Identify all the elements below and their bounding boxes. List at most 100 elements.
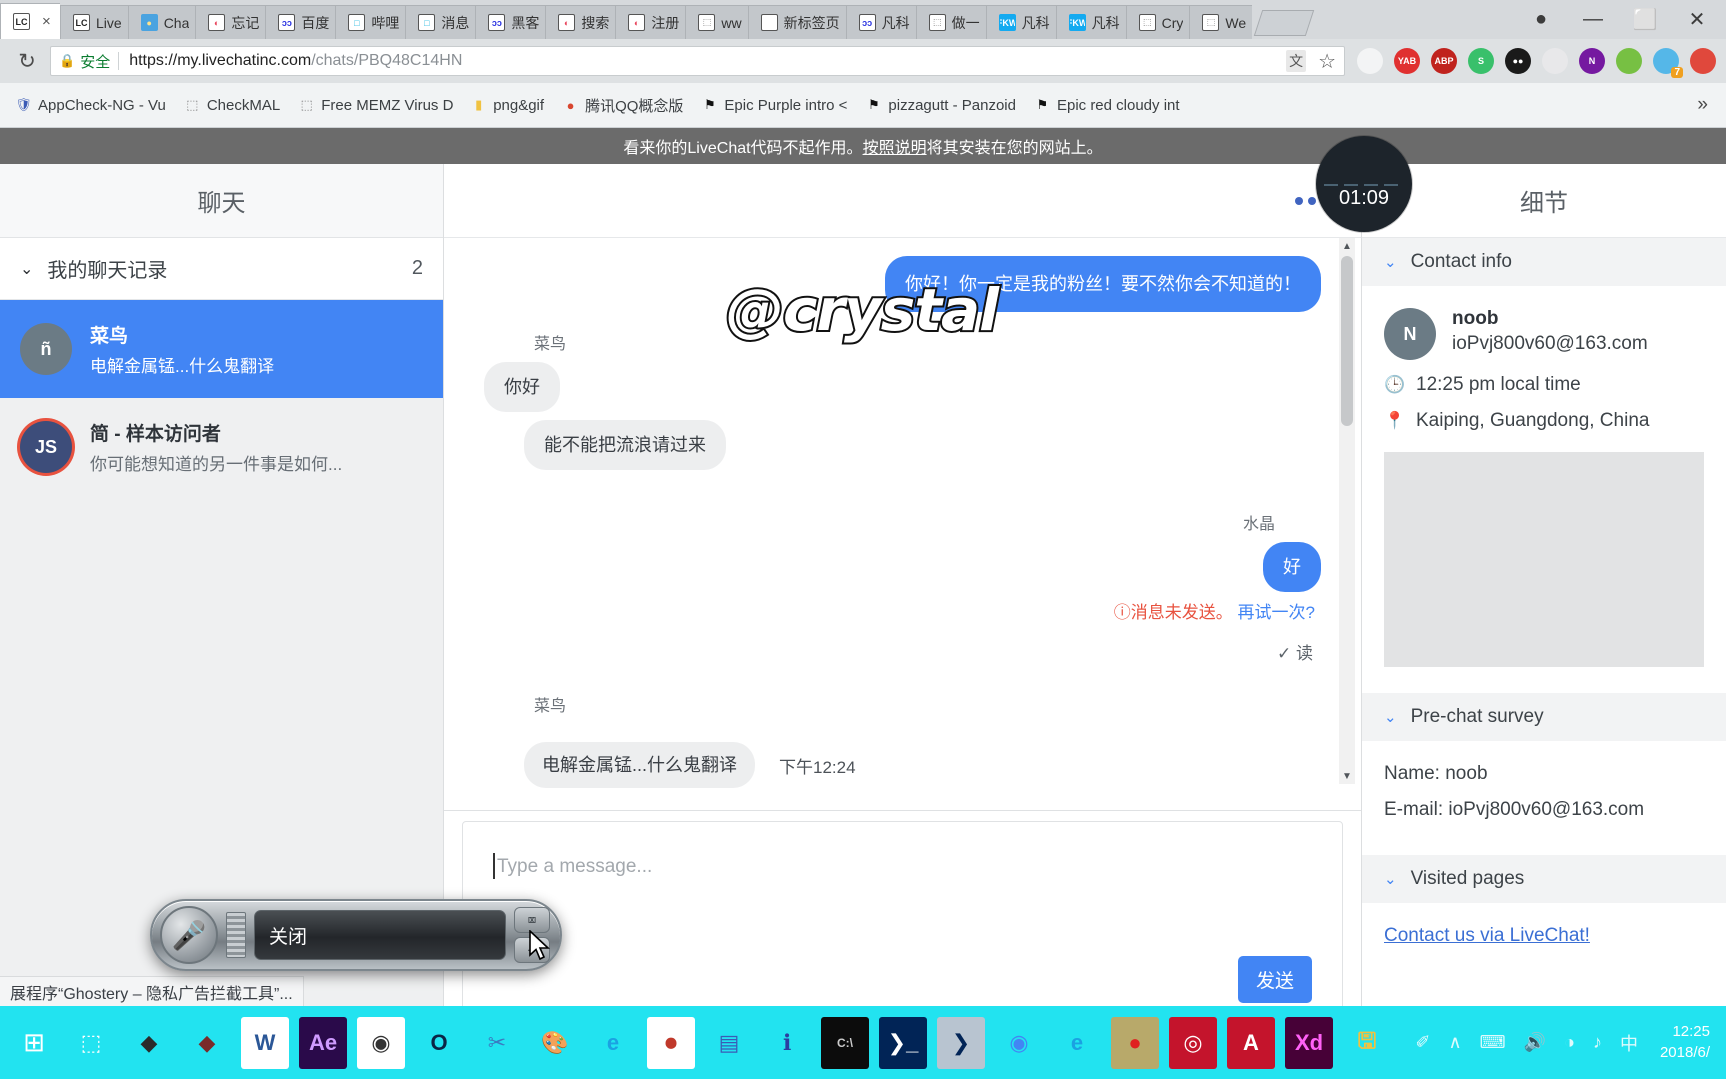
browser-tab[interactable]: ◐ 忘记 (195, 5, 266, 39)
scroll-up-icon[interactable]: ▲ (1339, 238, 1355, 254)
powershell-ise-icon[interactable]: ❯ (937, 1016, 985, 1069)
minimize-button[interactable]: — (1578, 8, 1608, 31)
tray-icon[interactable]: ♪ (1593, 1032, 1602, 1053)
info-icon[interactable]: ℹ (763, 1017, 811, 1069)
snip-tool-icon[interactable]: ✂ (473, 1017, 521, 1069)
tray-icon[interactable]: ⌨ (1480, 1032, 1506, 1053)
paint-icon[interactable]: 🎨 (531, 1017, 579, 1069)
bookmark-item[interactable]: ⚑ pizzagutt - Panzoid (858, 94, 1023, 117)
retry-send-link[interactable]: 再试一次? (1238, 603, 1315, 622)
browser-tab[interactable]: LC Live (60, 5, 128, 39)
visited-pages-section-header[interactable]: ⌄ Visited pages (1362, 855, 1726, 903)
word-icon[interactable]: W (241, 1016, 289, 1069)
microphone-icon[interactable]: 🎤 (160, 906, 218, 964)
save-folder-icon[interactable]: 🖫 (1343, 1017, 1391, 1069)
momentum-extension-icon[interactable]: ●● (1505, 48, 1531, 74)
bookmark-item[interactable]: ⚑ Epic Purple intro < (694, 94, 854, 117)
bookmark-item[interactable]: ▮ png&gif (463, 94, 551, 117)
reload-icon[interactable]: ↻ (10, 44, 44, 78)
browser-tab[interactable]: ⬚ We (1189, 5, 1253, 39)
speech-recognition-toolbar[interactable]: 🎤 关闭 ⌧ − (150, 899, 562, 971)
chat-list-item[interactable]: JS 简 - 样本访问者 你可能想知道的另一件事是如何... (0, 398, 443, 496)
start-button[interactable]: ⊞ (6, 1015, 62, 1071)
browser-tab[interactable]: ⬚ ww (685, 5, 748, 39)
location-map[interactable] (1384, 452, 1704, 667)
browser-tab[interactable]: ⬚ Cry (1125, 5, 1190, 39)
tray-icon[interactable]: 🔊 (1524, 1032, 1546, 1053)
browser-tab[interactable]: □ 消息 (405, 5, 476, 39)
speech-minimize-button[interactable]: − (514, 937, 550, 963)
tray-icon[interactable]: ∧ (1448, 1032, 1461, 1053)
bookmark-item[interactable]: ⬚ CheckMAL (177, 94, 287, 117)
bookmark-item[interactable]: ● 腾讯QQ概念版 (555, 92, 690, 119)
browser-tab[interactable]: ● Cha (127, 5, 196, 39)
tray-icon[interactable]: ✐ (1415, 1032, 1430, 1053)
edge-icon[interactable]: e (1053, 1017, 1101, 1069)
scanner-icon[interactable]: ▤ (705, 1017, 753, 1069)
chrome-icon[interactable]: ◉ (995, 1017, 1043, 1069)
recorder-icon[interactable]: ⏺ (647, 1016, 695, 1069)
opera-icon[interactable]: O (415, 1017, 463, 1069)
messages-scrollbar[interactable]: ▲ ▼ (1339, 238, 1355, 784)
browser-tab[interactable]: □ 哔哩 (335, 5, 406, 39)
browser-tab[interactable]: ɔɔ 凡科 (845, 5, 916, 39)
translate-icon[interactable]: 文 (1286, 50, 1307, 72)
taskbar-clock[interactable]: 12:25 2018/6/ (1656, 1022, 1710, 1063)
my-chats-section-header[interactable]: ⌄ 我的聊天记录 2 (0, 238, 443, 300)
ghostery-badge-extension-icon[interactable]: 7 (1653, 48, 1683, 78)
speech-close-button[interactable]: ⌧ (514, 907, 550, 933)
red-folder-icon[interactable]: ◆ (183, 1017, 231, 1069)
chat-list-item[interactable]: ñ 菜鸟 电解金属锰...什么鬼翻译 (0, 300, 443, 398)
internet-explorer-icon[interactable]: e (589, 1017, 637, 1069)
profile-icon[interactable]: ● (1526, 8, 1556, 31)
bookmark-star-icon[interactable]: ☆ (1318, 49, 1336, 74)
banner-install-link[interactable]: 按照说明 (863, 134, 927, 158)
new-tab-button[interactable] (1253, 10, 1315, 36)
adobe-icon[interactable]: A (1227, 1016, 1275, 1069)
close-window-button[interactable]: ✕ (1682, 7, 1712, 32)
pre-chat-survey-section-header[interactable]: ⌄ Pre-chat survey (1362, 693, 1726, 741)
contact-info-section-header[interactable]: ⌄ Contact info (1362, 238, 1726, 286)
camera-icon[interactable]: ◉ (357, 1016, 405, 1069)
bookmarks-overflow-button[interactable]: » (1697, 94, 1718, 116)
browser-tab[interactable]: FKW 凡科 (1055, 5, 1126, 39)
browser-tab[interactable]: ◐ 搜索 (545, 5, 616, 39)
wechat-extension-icon[interactable] (1616, 48, 1642, 74)
s-extension-icon[interactable]: S (1468, 48, 1494, 74)
colorpick-extension-icon[interactable] (1690, 48, 1716, 74)
media-player-icon[interactable]: ● (1111, 1016, 1159, 1069)
dark-diamond-icon[interactable]: ◆ (125, 1017, 173, 1069)
pre-chat-survey-body: Name: noob E-mail: ioPvj800v60@163.com (1362, 741, 1726, 845)
maximize-button[interactable]: ⬜ (1630, 7, 1660, 32)
browser-tab[interactable]: ɔɔ 黑客 (475, 5, 546, 39)
visited-page-link[interactable]: Contact us via LiveChat! (1384, 925, 1590, 946)
browser-tab[interactable]: FKW 凡科 (985, 5, 1056, 39)
office-extension-icon[interactable] (1542, 48, 1568, 74)
tray-icon[interactable]: 中 (1620, 1030, 1638, 1056)
browser-tab[interactable]: 新标签页 (747, 5, 846, 39)
bookmark-item[interactable]: 🛡 AppCheck-NG - Vu (8, 94, 173, 117)
yandex-extension-icon[interactable]: YAB (1394, 48, 1420, 74)
taskview-icon[interactable]: ⬚ (67, 1017, 115, 1069)
after-effects-icon[interactable]: Ae (299, 1016, 347, 1069)
adblock-plus-extension-icon[interactable]: ABP (1431, 48, 1457, 74)
cmd-icon[interactable]: C:\ (821, 1016, 869, 1069)
ghostery-extension-icon[interactable] (1357, 48, 1383, 74)
creative-cloud-icon[interactable]: ◎ (1169, 1016, 1217, 1069)
browser-tab[interactable]: ⬚ 做一 (915, 5, 986, 39)
composer-textarea[interactable]: Type a message... 发送 (462, 821, 1343, 1036)
onenote-extension-icon[interactable]: N (1579, 48, 1605, 74)
close-tab-icon[interactable]: × (42, 13, 51, 30)
scroll-down-icon[interactable]: ▼ (1339, 768, 1355, 784)
bookmark-item[interactable]: ⚑ Epic red cloudy int (1027, 94, 1187, 117)
omnibox[interactable]: 🔒 安全 https://my.livechatinc.com/chats/PB… (50, 46, 1345, 76)
tray-icon[interactable]: ◑ (1564, 1032, 1575, 1053)
xd-icon[interactable]: Xd (1285, 1016, 1333, 1069)
powershell-icon[interactable]: ❯_ (879, 1016, 927, 1069)
send-button[interactable]: 发送 (1237, 956, 1312, 1003)
browser-tab[interactable]: ◐ 注册 (615, 5, 686, 39)
bookmark-item[interactable]: ⬚ Free MEMZ Virus D (291, 94, 459, 117)
browser-tab[interactable]: ɔɔ 百度 (265, 5, 336, 39)
scrollbar-thumb[interactable] (1341, 256, 1353, 426)
browser-tab[interactable]: LC × (0, 3, 60, 39)
